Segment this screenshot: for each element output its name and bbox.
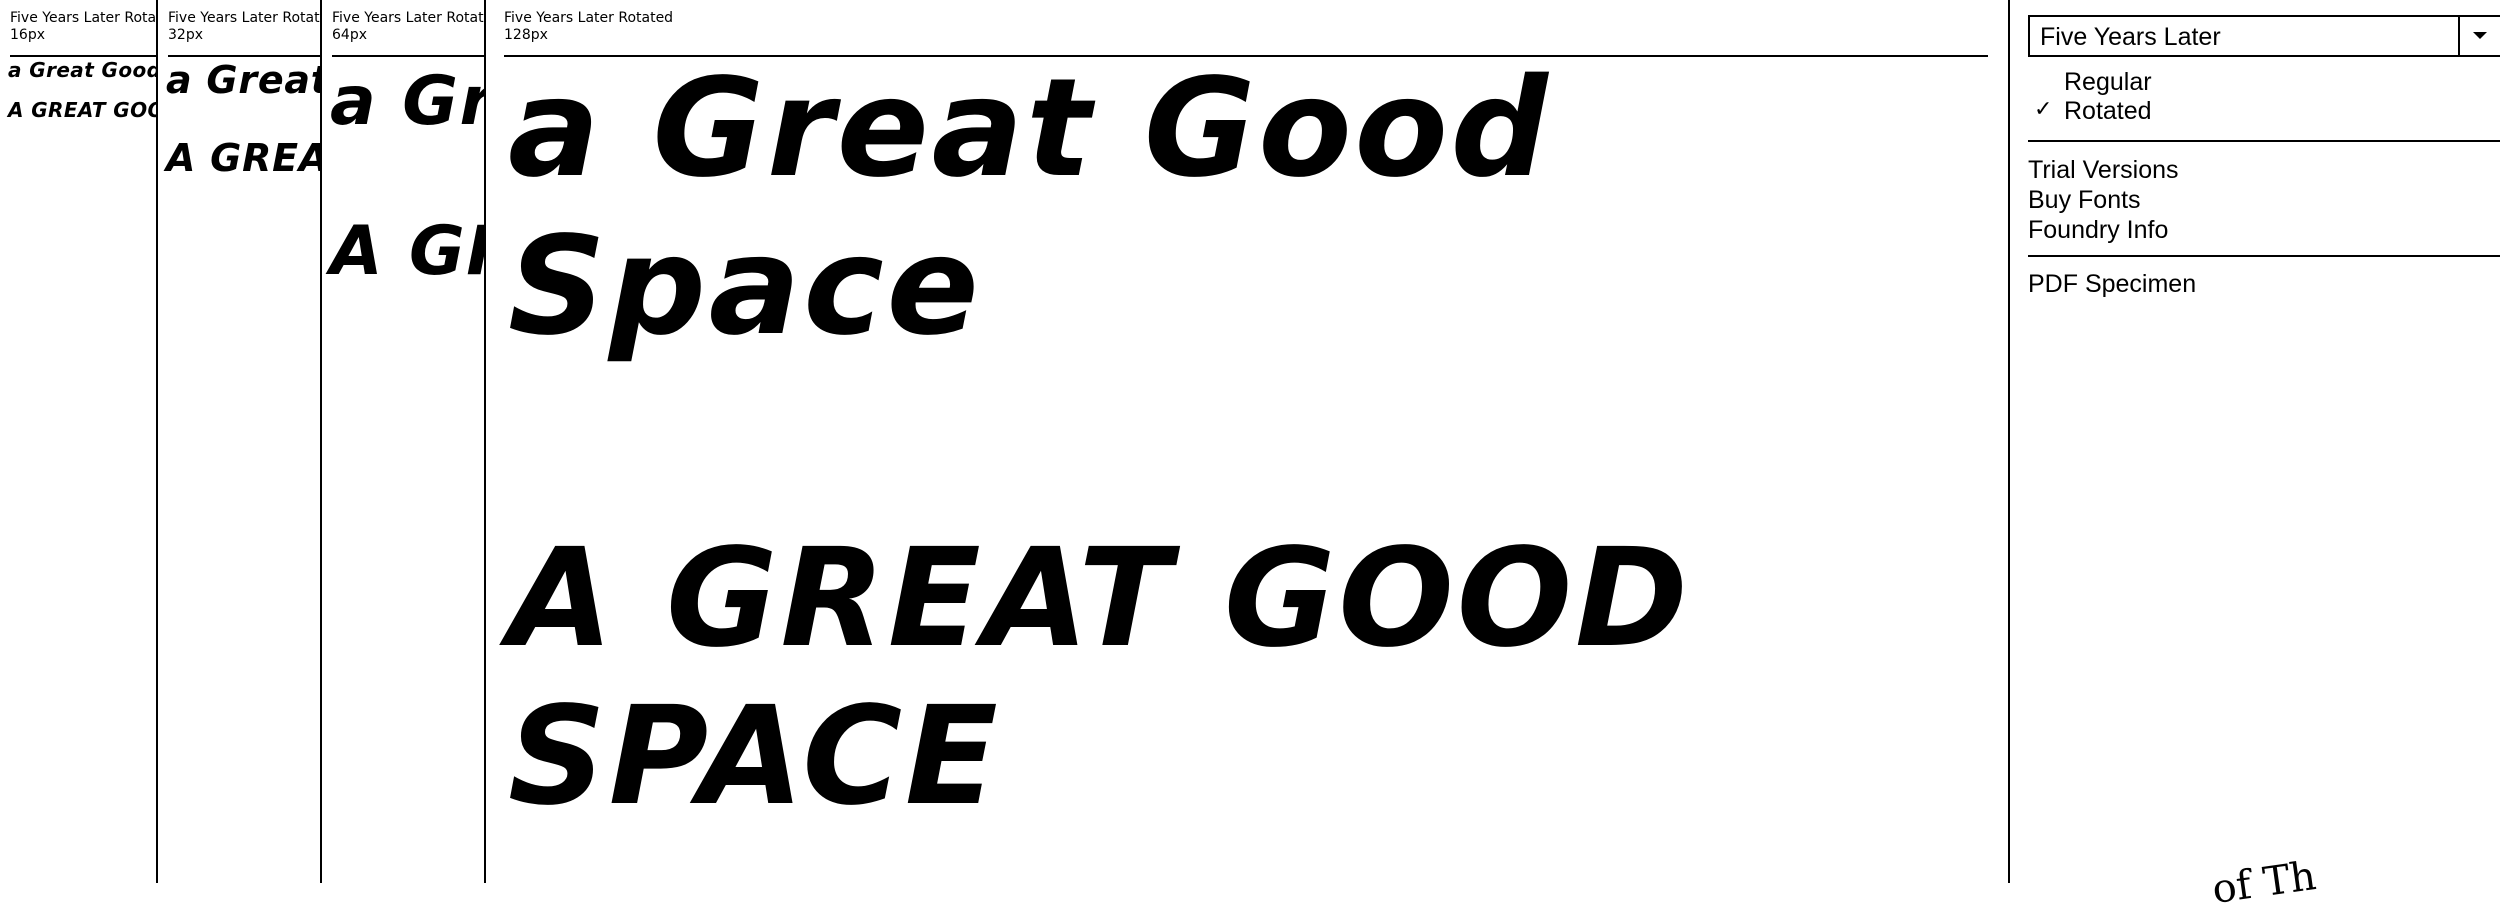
trial-versions-link[interactable]: Trial Versions (2028, 156, 2179, 186)
foundry-info-link[interactable]: Foundry Info (2028, 216, 2179, 246)
panel-size: 128px (504, 27, 548, 43)
specimen-panel-128: Five Years Later Rotated 128px a Great G… (484, 0, 2010, 883)
panel-size: 32px (168, 27, 203, 43)
buy-fonts-link[interactable]: Buy Fonts (2028, 186, 2179, 216)
panel-meta: Five Years Later Rotated 32px (168, 10, 322, 44)
sample-line-lowercase: a Great Good Space (330, 62, 486, 141)
panel-title: Five Years Later Rotated (504, 10, 674, 26)
specimen-panel-16: Five Years Later Rotated 16px a Great Go… (0, 0, 158, 883)
sidebar-links: Trial Versions Buy Fonts Foundry Info (2028, 156, 2179, 246)
sample-line-uppercase: a GREAT GOOD SPACE (508, 520, 1691, 836)
panel-divider (10, 55, 158, 57)
checkmark-icon: ✓ (2034, 97, 2053, 122)
panel-size: 64px (332, 27, 367, 43)
panel-title: Five Years Later Rotated (10, 10, 158, 26)
panel-size: 16px (10, 27, 45, 43)
sample-line-uppercase: a GREAT GOOD SPACE (330, 212, 486, 291)
sidebar-pdf: PDF Specimen (2028, 270, 2196, 300)
panel-meta: Five Years Later Rotated 64px (332, 10, 486, 44)
sidebar: Five Years Later Regular ✓ Rotated Trial… (2012, 0, 2500, 913)
pdf-specimen-link[interactable]: PDF Specimen (2028, 270, 2196, 300)
sample-line-lowercase: a Great Good Space (8, 58, 158, 82)
sample-line-uppercase: a GREAT GOOD SPACE (8, 98, 158, 122)
panel-title: Five Years Later Rotated (332, 10, 486, 26)
sample-line-uppercase: a GREAT GOOD SPACE (166, 136, 322, 180)
sidebar-divider (2028, 140, 2500, 142)
style-list: Regular ✓ Rotated (2028, 68, 2152, 126)
style-item-label: Rotated (2064, 97, 2152, 125)
style-item-regular[interactable]: Regular (2028, 68, 2152, 97)
panel-divider (168, 55, 322, 57)
sidebar-divider (2028, 255, 2500, 257)
sample-line-lowercase: a Great Good Space (508, 50, 1551, 366)
chevron-down-icon[interactable] (2458, 17, 2500, 55)
panel-meta: Five Years Later Rotated 128px (504, 10, 673, 44)
panel-divider (332, 55, 486, 57)
style-item-rotated[interactable]: ✓ Rotated (2028, 97, 2152, 126)
style-item-label: Regular (2064, 68, 2152, 96)
font-family-select[interactable]: Five Years Later (2028, 15, 2500, 57)
panel-meta: Five Years Later Rotated 16px (10, 10, 158, 44)
panel-title: Five Years Later Rotated (168, 10, 322, 26)
sample-line-lowercase: a Great Good Space (166, 58, 322, 102)
specimen-panel-64: Five Years Later Rotated 64px a Great Go… (320, 0, 486, 883)
specimen-panel-32: Five Years Later Rotated 32px a Great Go… (156, 0, 322, 883)
font-family-select-value: Five Years Later (2040, 23, 2221, 51)
